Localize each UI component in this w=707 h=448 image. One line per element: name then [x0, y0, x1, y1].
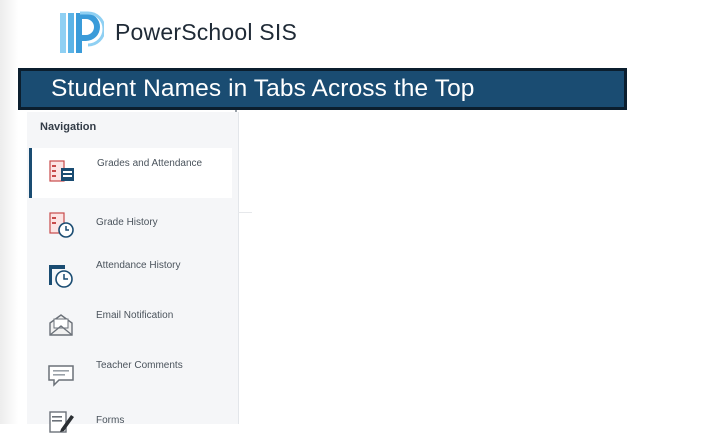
powerschool-logo-icon	[60, 11, 104, 53]
window-edge	[0, 0, 18, 424]
nav-item-label: Attendance History	[96, 260, 181, 271]
attendance-history-icon	[49, 265, 73, 288]
nav-item-attendance-history[interactable]: Attendance History	[31, 250, 231, 300]
nav-item-email-notification[interactable]: Email Notification	[31, 300, 231, 350]
navigation-heading: Navigation	[40, 121, 97, 133]
banner: Student Names in Tabs Across the Top	[18, 68, 627, 110]
email-notification-icon	[49, 314, 73, 336]
nav-item-grade-history[interactable]: Grade History	[31, 200, 231, 250]
nav-item-label: Forms	[96, 415, 125, 426]
grades-attendance-icon	[49, 160, 74, 182]
nav-item-teacher-comments[interactable]: Teacher Comments	[31, 350, 231, 400]
teacher-comments-icon	[48, 365, 74, 387]
nav-item-label: Grade History	[96, 217, 158, 228]
nav-item-forms[interactable]: Forms	[31, 398, 231, 448]
nav-item-grades-attendance[interactable]: Grades and Attendance	[29, 148, 232, 198]
app-header: PowerSchool SIS	[18, 0, 628, 66]
nav-item-label: Teacher Comments	[96, 360, 183, 371]
nav-item-label: Email Notification	[96, 310, 174, 321]
banner-title: Student Names in Tabs Across the Top	[51, 75, 475, 102]
app-title: PowerSchool SIS	[115, 19, 297, 45]
forms-icon	[49, 411, 74, 433]
nav-item-label: Grades and Attendance	[97, 158, 203, 169]
grade-history-icon	[49, 212, 74, 238]
navigation-panel: Navigation Grades and Attendance Grade H…	[27, 112, 239, 433]
divider	[238, 212, 252, 213]
